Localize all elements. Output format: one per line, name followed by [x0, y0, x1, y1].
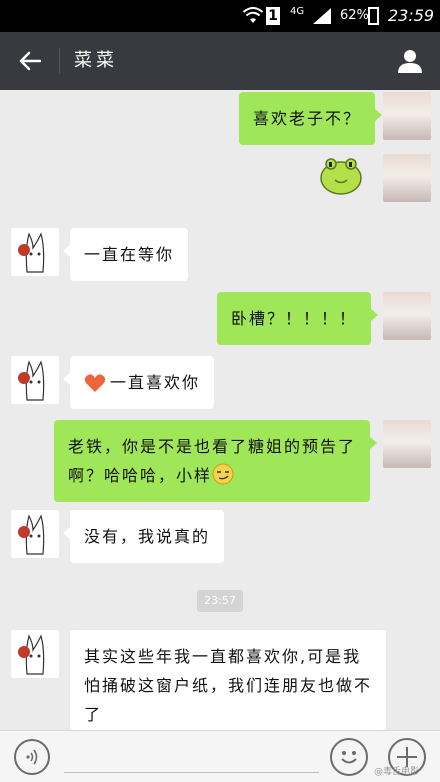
smiley-icon — [341, 751, 357, 764]
sim-icon: 1 — [266, 7, 280, 25]
person-icon — [398, 50, 422, 73]
message-list[interactable]: 喜欢老子不？ 一直在等你 卧槽？！！！！ 一直喜欢你 老铁，你是不是也看了糖姐的… — [0, 90, 440, 730]
chat-title: 菜菜 — [74, 50, 118, 71]
wifi-icon — [243, 7, 263, 23]
voice-button[interactable] — [14, 739, 50, 775]
heart-icon — [84, 373, 106, 392]
network-type: 4G — [290, 6, 305, 17]
battery-icon — [368, 7, 379, 25]
rabbit-avatar-icon — [18, 634, 45, 675]
avatar-contact[interactable] — [11, 630, 59, 678]
avatar-self[interactable] — [383, 92, 431, 140]
clock: 23:59 — [388, 6, 435, 25]
avatar-self[interactable] — [383, 154, 431, 202]
avatar-contact[interactable] — [11, 510, 59, 558]
message-bubble-received[interactable]: 没有，我说真的 — [62, 510, 225, 563]
voice-icon — [26, 749, 38, 765]
emoji-button[interactable] — [330, 738, 368, 776]
message-bubble-received[interactable]: 一直在等你 — [62, 228, 189, 281]
signal-icon — [313, 8, 331, 24]
rabbit-avatar-icon — [18, 232, 45, 273]
watermark: @毒舌电影 — [374, 767, 420, 777]
avatar-self[interactable] — [383, 420, 431, 468]
green-blob-sticker[interactable] — [318, 154, 364, 196]
smirk-emoji-icon — [212, 463, 234, 485]
header-divider — [59, 48, 60, 74]
avatar-contact[interactable] — [11, 356, 59, 404]
battery-percent: 62% — [340, 8, 369, 23]
rabbit-avatar-icon — [18, 514, 45, 555]
status-bar: 1 4G 62% 23:59 — [0, 0, 440, 32]
avatar-contact[interactable] — [11, 228, 59, 276]
rabbit-avatar-icon — [18, 360, 45, 401]
message-bubble-sent[interactable]: 卧槽？！！！！ — [217, 292, 379, 345]
message-input[interactable] — [64, 743, 319, 773]
message-timestamp: 23:57 — [197, 590, 243, 612]
chat-header: 菜菜 — [0, 32, 440, 90]
message-bubble-received[interactable]: 其实这些年我一直都喜欢你,可是我怕捅破这窗户纸，我们连朋友也做不了 — [70, 630, 386, 730]
message-bubble-sent[interactable]: 老铁，你是不是也看了糖姐的预告了啊？哈哈哈，小样 — [54, 420, 377, 502]
chat-info-button[interactable] — [392, 44, 428, 78]
message-text: 一直喜欢你 — [110, 373, 201, 392]
message-bubble-sent[interactable]: 喜欢老子不？ — [239, 92, 383, 145]
back-arrow-icon — [19, 51, 41, 71]
back-button[interactable] — [12, 44, 48, 78]
avatar-self[interactable] — [383, 292, 431, 340]
message-bubble-received[interactable]: 一直喜欢你 — [62, 356, 215, 409]
